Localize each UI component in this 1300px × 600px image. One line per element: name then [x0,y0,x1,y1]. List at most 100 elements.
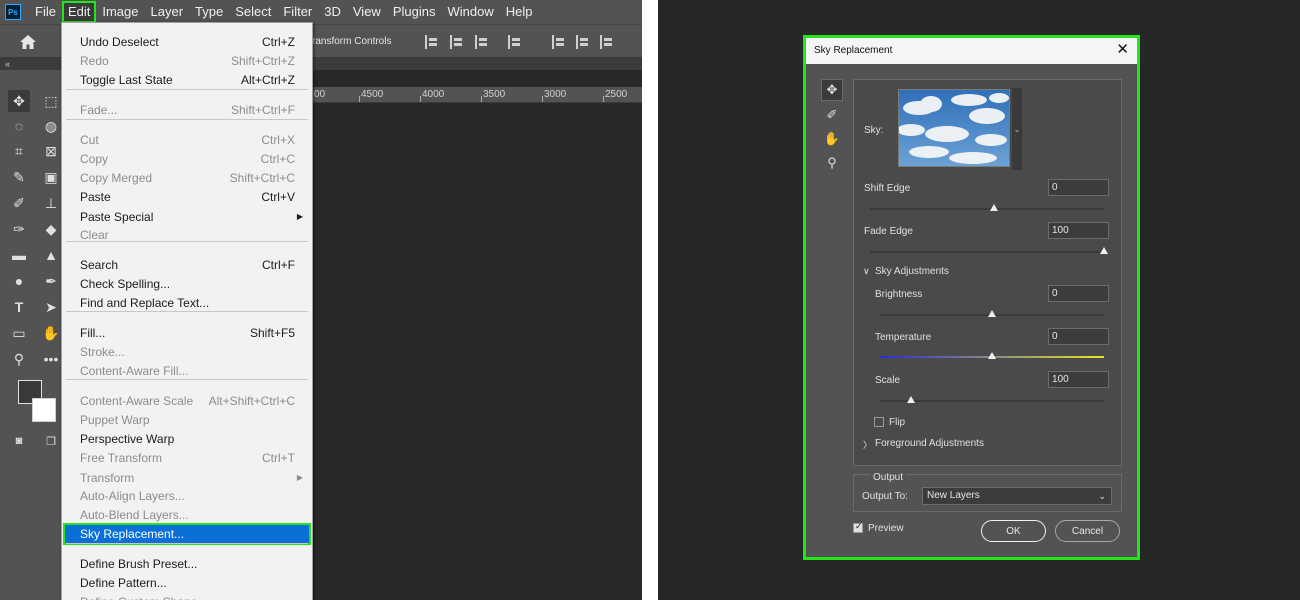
menu-item-auto-align-layers[interactable]: Auto-Align Layers... [65,487,309,505]
menu-item-search[interactable]: Search Ctrl+F [65,256,309,274]
blur-icon[interactable]: ▲ [40,244,62,266]
menu-filter[interactable]: Filter [277,1,318,23]
temperature-input[interactable]: 0 [1048,328,1109,345]
menu-item-fill[interactable]: Fill... Shift+F5 [65,324,309,342]
quick-mask-icon[interactable]: ◙ [8,430,30,452]
fade-edge-input[interactable]: 100 [1048,222,1109,239]
menu-item-content-aware-fill[interactable]: Content-Aware Fill... [65,362,309,380]
shift-edge-slider[interactable] [870,208,1104,210]
hand-icon[interactable]: ✋ [40,322,62,344]
close-icon[interactable]: ✕ [1116,42,1129,58]
chevron-down-icon[interactable]: ∨ [863,266,870,277]
menu-item-find-and-replace-text[interactable]: Find and Replace Text... [65,294,309,312]
cancel-button[interactable]: Cancel [1055,520,1120,542]
shift-edge-thumb[interactable] [990,204,999,211]
marquee-icon[interactable]: ⬚ [40,90,62,112]
shift-edge-input[interactable]: 0 [1048,179,1109,196]
menu-file[interactable]: File [29,1,62,23]
sky-preset-thumbnail[interactable] [898,89,1010,167]
crop-icon[interactable]: ⌗ [8,140,30,162]
zoom-icon[interactable]: ⚲ [8,348,30,370]
menu-item-perspective-warp[interactable]: Perspective Warp [65,430,309,448]
align-center-icon[interactable] [450,35,464,49]
menu-select[interactable]: Select [229,1,277,23]
menu-3d[interactable]: 3D [318,1,347,23]
pen-icon[interactable]: ✒ [40,270,62,292]
preview-checkbox[interactable]: ✓ [853,521,863,533]
menu-window[interactable]: Window [441,1,499,23]
menu-plugins[interactable]: Plugins [387,1,442,23]
dodge-icon[interactable]: ● [8,270,30,292]
menu-layer[interactable]: Layer [145,1,190,23]
menu-edit[interactable]: Edit [61,1,97,23]
temperature-thumb[interactable] [988,352,996,359]
output-to-select[interactable]: New Layers ⌄ [922,487,1112,505]
sky-brush-icon[interactable]: ✐ [821,104,843,126]
frame-icon[interactable]: ⊠ [40,140,62,162]
distribute-icon[interactable] [508,35,522,49]
menu-image[interactable]: Image [96,1,144,23]
fade-edge-thumb[interactable] [1100,247,1108,254]
menu-item-content-aware-scale[interactable]: Content-Aware Scale Alt+Shift+Ctrl+C [65,392,309,410]
gradient-icon[interactable]: ▬ [8,244,30,266]
foreground-adjustments-header[interactable]: Foreground Adjustments [875,438,984,449]
menu-view[interactable]: View [347,1,387,23]
menu-item-puppet-warp[interactable]: Puppet Warp [65,411,309,429]
menu-item-copy[interactable]: Copy Ctrl+C [65,150,309,168]
menu-item-undo-deselect[interactable]: Undo Deselect Ctrl+Z [65,33,309,51]
brightness-input[interactable]: 0 [1048,285,1109,302]
menu-item-define-brush-preset[interactable]: Define Brush Preset... [65,555,309,573]
menu-item-cut[interactable]: Cut Ctrl+X [65,131,309,149]
align-middle-icon[interactable] [576,35,590,49]
eyedropper-icon[interactable]: ✎ [8,166,30,188]
align-bottom-icon[interactable] [600,35,614,49]
chevron-down-icon[interactable]: ⌄ [1012,88,1022,170]
menu-item-define-custom-shape[interactable]: Define Custom Shape... [65,593,309,600]
menu-item-stroke[interactable]: Stroke... [65,343,309,361]
menu-type[interactable]: Type [189,1,229,23]
align-right-icon[interactable] [475,35,489,49]
history-brush-icon[interactable]: ✑ [8,218,30,240]
menu-item-auto-blend-layers[interactable]: Auto-Blend Layers... [65,506,309,524]
background-color-swatch[interactable] [32,398,56,422]
align-left-icon[interactable] [425,35,439,49]
lasso-icon[interactable]: ◌ [8,115,30,137]
home-icon[interactable] [20,35,36,49]
hand-icon[interactable]: ✋ [821,128,843,150]
fade-edge-slider[interactable] [870,251,1104,253]
align-top-icon[interactable] [552,35,566,49]
zoom-icon[interactable]: ⚲ [821,152,843,174]
flip-checkbox[interactable] [874,417,884,427]
brush-icon[interactable]: ✐ [8,192,30,214]
menu-item-paste[interactable]: Paste Ctrl+V [65,188,309,206]
chevron-right-icon[interactable]: 〉 [863,438,872,451]
menu-item-sky-replacement[interactable]: Sky Replacement... [63,523,311,545]
show-transform-controls-label[interactable]: ransform Controls [312,36,391,47]
menu-item-define-pattern[interactable]: Define Pattern... [65,574,309,592]
menu-item-check-spelling[interactable]: Check Spelling... [65,275,309,293]
move-icon[interactable]: ✥ [8,90,30,112]
scale-input[interactable]: 100 [1048,371,1109,388]
menu-item-fade[interactable]: Fade... Shift+Ctrl+F [65,101,309,119]
menu-help[interactable]: Help [500,1,539,23]
ok-button[interactable]: OK [981,520,1046,542]
menu-item-redo[interactable]: Redo Shift+Ctrl+Z [65,52,309,70]
sky-adjustments-header[interactable]: Sky Adjustments [875,266,949,277]
menu-item-toggle-last-state[interactable]: Toggle Last State Alt+Ctrl+Z [65,71,309,89]
menu-item-transform[interactable]: Transform ▶ [65,469,309,487]
scale-thumb[interactable] [907,396,916,403]
stamp-icon[interactable]: ⊥ [40,192,62,214]
menu-item-paste-special[interactable]: Paste Special ▶ [65,208,309,226]
patch-icon[interactable]: ▣ [40,166,62,188]
more-icon[interactable]: ••• [40,348,62,370]
screen-mode-icon[interactable]: ❐ [40,430,62,452]
move-sky-icon[interactable]: ✥ [821,79,843,101]
path-select-icon[interactable]: ➤ [40,296,62,318]
brightness-thumb[interactable] [988,310,996,317]
type-icon[interactable]: T [8,296,30,318]
rectangle-icon[interactable]: ▭ [8,322,30,344]
menu-item-free-transform[interactable]: Free Transform Ctrl+T [65,449,309,467]
eraser-icon[interactable]: ◆ [40,218,62,240]
menu-item-copy-merged[interactable]: Copy Merged Shift+Ctrl+C [65,169,309,187]
object-select-icon[interactable]: ◍ [40,115,62,137]
